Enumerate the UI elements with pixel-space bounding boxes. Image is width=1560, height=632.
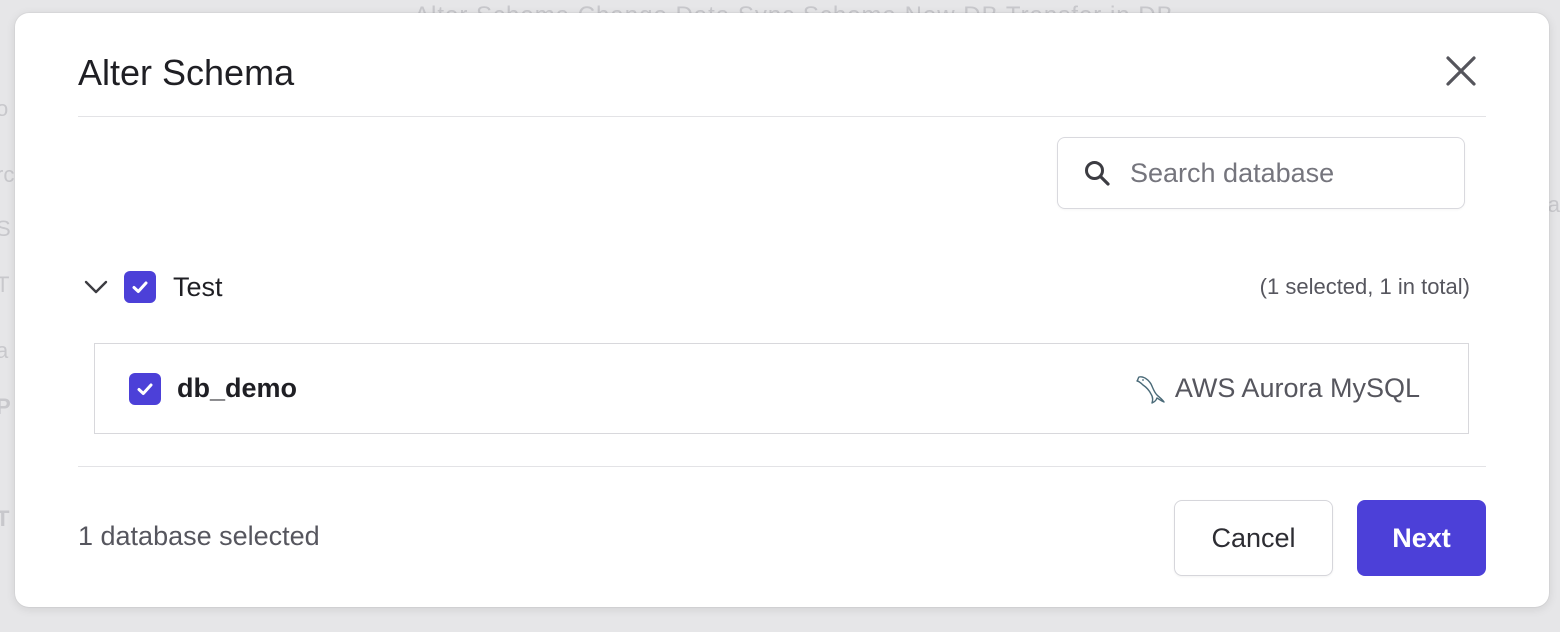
- check-icon: [137, 383, 153, 395]
- search-box[interactable]: [1057, 137, 1465, 209]
- close-icon: [1446, 56, 1476, 86]
- selection-status: 1 database selected: [78, 521, 320, 551]
- background-fragment: P: [0, 394, 11, 419]
- search-icon: [1082, 158, 1112, 188]
- header-divider: [78, 116, 1486, 117]
- database-checkbox[interactable]: [129, 372, 161, 405]
- database-name: db_demo: [177, 373, 298, 403]
- background-fragment: a: [0, 338, 9, 363]
- alter-schema-modal: Alter Schema Test (1 selected, 1 in tota: [15, 13, 1549, 607]
- database-row[interactable]: db_demo AWS Aurora MySQL: [94, 343, 1469, 434]
- chevron-down-icon: [84, 280, 108, 294]
- mysql-dolphin-icon: [1136, 375, 1165, 404]
- engine-label: AWS Aurora MySQL: [1174, 373, 1420, 403]
- check-icon: [132, 281, 148, 293]
- background-fragment: T: [0, 506, 10, 531]
- group-name: Test: [173, 271, 223, 302]
- background-fragment: a: [1547, 192, 1560, 217]
- background-fragment: rc: [0, 162, 15, 187]
- background-fragment: o: [0, 96, 9, 121]
- environment-group-row: Test (1 selected, 1 in total): [78, 267, 1470, 307]
- group-checkbox[interactable]: [124, 271, 156, 303]
- background-fragment: S: [0, 216, 11, 241]
- footer-divider: [78, 466, 1486, 467]
- close-button[interactable]: [1441, 51, 1481, 91]
- cancel-button[interactable]: Cancel: [1174, 500, 1333, 576]
- search-input[interactable]: [1130, 157, 1430, 189]
- group-selection-count: (1 selected, 1 in total): [1259, 274, 1470, 299]
- database-engine: AWS Aurora MySQL: [1133, 371, 1420, 407]
- background-fragment: T: [0, 272, 10, 297]
- expand-toggle[interactable]: [78, 269, 114, 305]
- next-button[interactable]: Next: [1357, 500, 1486, 576]
- modal-title: Alter Schema: [78, 52, 295, 93]
